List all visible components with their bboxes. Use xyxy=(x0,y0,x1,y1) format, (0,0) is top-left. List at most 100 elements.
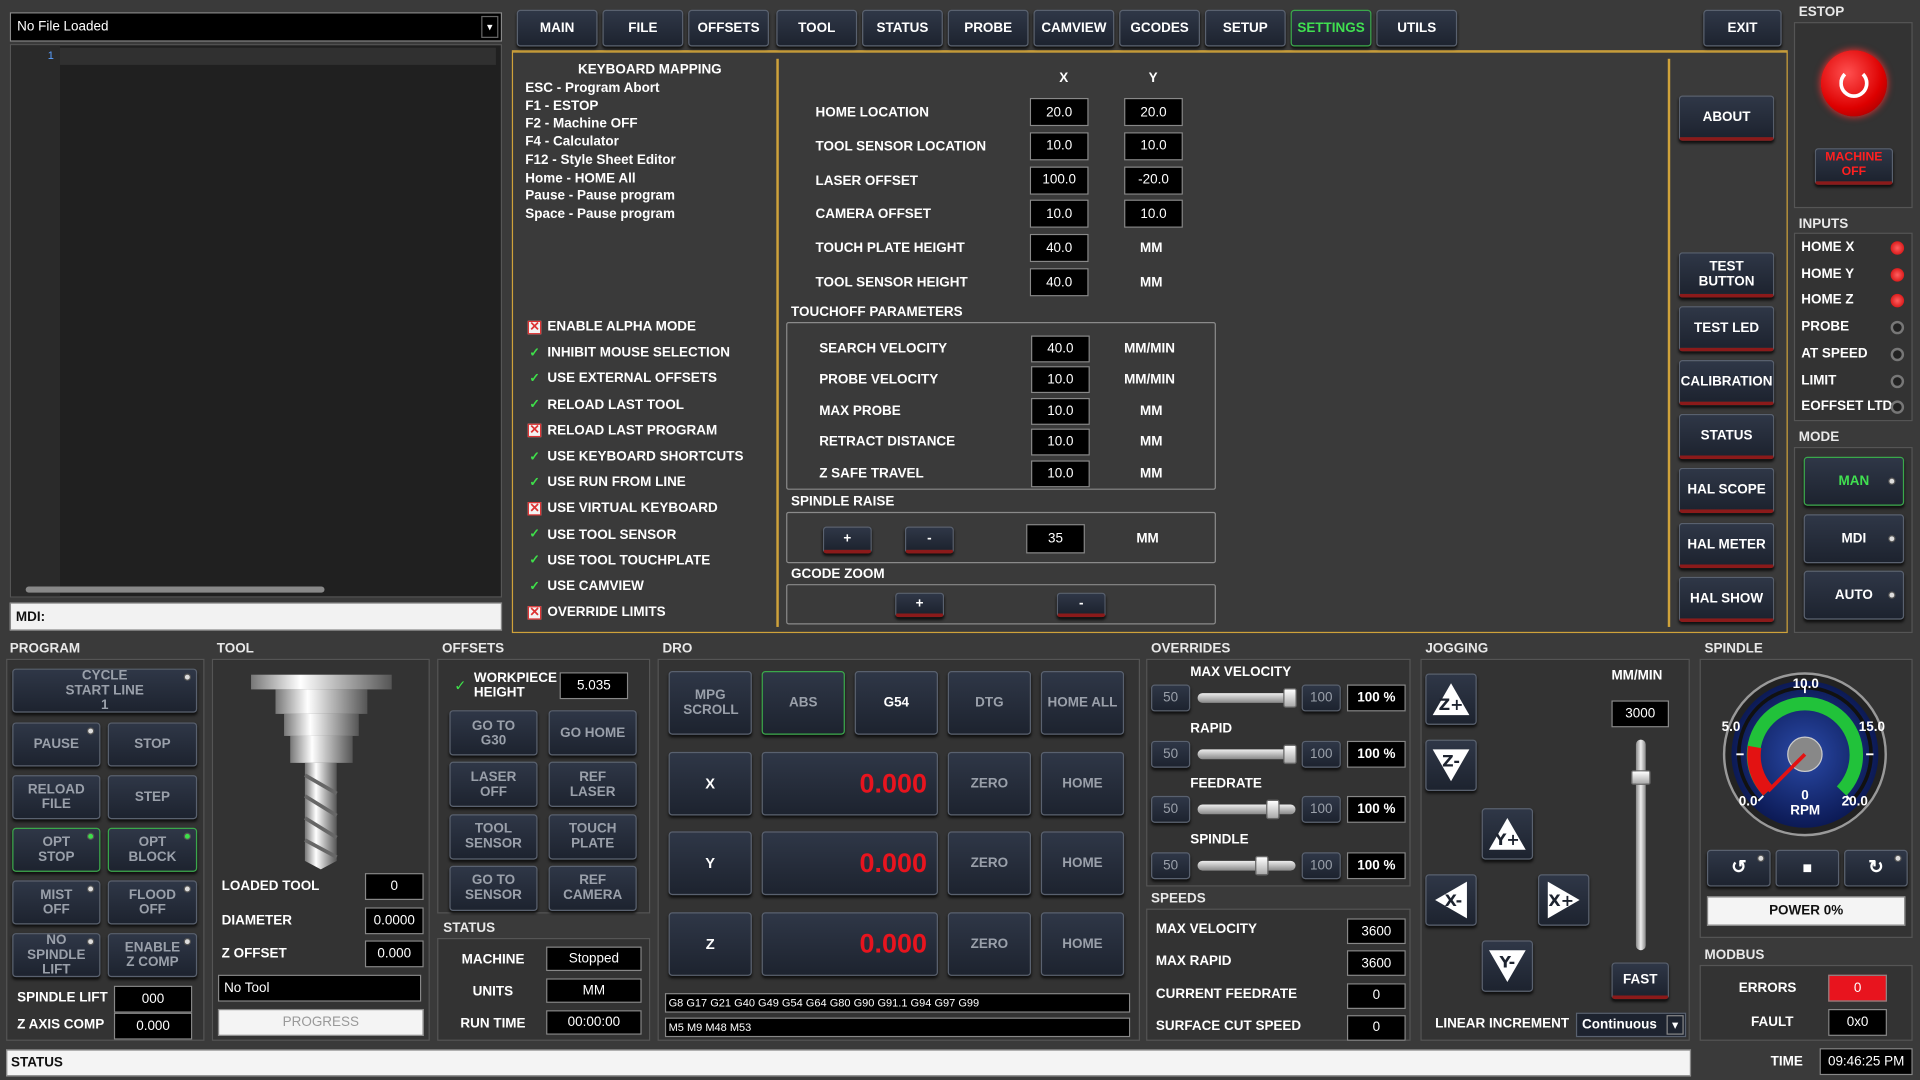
override-max-button[interactable]: 100 xyxy=(1301,740,1341,768)
pause-button[interactable]: PAUSE xyxy=(12,722,101,767)
axis-y-button[interactable]: Y xyxy=(668,831,752,896)
laser-off-button[interactable]: LASER OFF xyxy=(449,762,538,808)
jog-rate-value[interactable]: 3000 xyxy=(1611,700,1669,728)
ref-laser-button[interactable]: REF LASER xyxy=(548,762,637,808)
flood-button[interactable]: FLOOD OFF xyxy=(107,880,198,925)
chevron-down-icon[interactable]: ▾ xyxy=(1666,1015,1684,1035)
override-min-button[interactable]: 50 xyxy=(1151,740,1191,768)
zero-y-button[interactable]: ZERO xyxy=(947,831,1032,896)
hal-scope-button[interactable]: HAL SCOPE xyxy=(1678,467,1775,514)
override-min-button[interactable]: 50 xyxy=(1151,684,1191,712)
exit-button[interactable]: EXIT xyxy=(1703,9,1782,47)
setting-y-input[interactable]: 20.0 xyxy=(1124,97,1183,127)
zoffset-value[interactable]: 0.000 xyxy=(364,940,424,968)
zoom-plus-button[interactable]: + xyxy=(895,592,945,618)
increment-select[interactable]: Continuous ▾ xyxy=(1575,1012,1687,1038)
go-home-button[interactable]: GO HOME xyxy=(548,710,637,756)
option-checkbox[interactable]: ✓ USE TOOL SENSOR xyxy=(528,527,676,542)
machine-off-button[interactable]: MACHINE OFF xyxy=(1814,148,1894,185)
test-button-button[interactable]: TEST BUTTON xyxy=(1678,252,1775,298)
fast-button[interactable]: FAST xyxy=(1611,962,1669,1000)
override-min-button[interactable]: 50 xyxy=(1151,796,1191,824)
cycle-start-button[interactable]: CYCLE START LINE 1 xyxy=(12,668,198,713)
spindle-stop-button[interactable]: ■ xyxy=(1775,849,1840,887)
estop-button[interactable] xyxy=(1820,50,1887,117)
test-led-button[interactable]: TEST LED xyxy=(1678,306,1775,352)
override-slider[interactable] xyxy=(1197,860,1296,871)
override-max-button[interactable]: 100 xyxy=(1301,852,1341,880)
jog-rate-slider-knob[interactable] xyxy=(1631,770,1651,785)
override-slider-knob[interactable] xyxy=(1283,688,1297,708)
check-icon[interactable]: ✓ xyxy=(528,476,541,489)
option-checkbox[interactable]: ✓ INHIBIT MOUSE SELECTION xyxy=(528,346,730,361)
setting-x-input[interactable]: 40.0 xyxy=(1029,268,1089,297)
file-select[interactable]: No File Loaded ▾ xyxy=(9,12,503,42)
tab-setup[interactable]: SETUP xyxy=(1204,9,1286,47)
option-checkbox[interactable]: ✓ USE TOOL TOUCHPLATE xyxy=(528,553,710,568)
loaded-tool-value[interactable]: 0 xyxy=(364,873,424,901)
mode-man-button[interactable]: MAN xyxy=(1803,456,1905,506)
reload-file-button[interactable]: RELOAD FILE xyxy=(12,775,101,820)
home-x-button[interactable]: HOME xyxy=(1040,751,1125,816)
override-slider[interactable] xyxy=(1197,804,1296,815)
unchecked-box-icon[interactable]: ✕ xyxy=(527,605,542,620)
check-icon[interactable]: ✓ xyxy=(528,450,541,463)
tab-status[interactable]: STATUS xyxy=(862,9,943,47)
hal-show-button[interactable]: HAL SHOW xyxy=(1678,576,1775,623)
home-y-button[interactable]: HOME xyxy=(1040,831,1125,896)
spindle-reverse-button[interactable]: ↺ xyxy=(1706,849,1771,887)
tab-settings[interactable]: SETTINGS xyxy=(1290,9,1372,47)
check-icon[interactable]: ✓ xyxy=(528,580,541,593)
tab-camview[interactable]: CAMVIEW xyxy=(1033,9,1115,47)
no-spindle-lift-button[interactable]: NO SPINDLE LIFT xyxy=(12,933,101,978)
override-slider-knob[interactable] xyxy=(1283,744,1297,764)
chevron-down-icon[interactable]: ▾ xyxy=(481,15,499,38)
jog-y-plus-button[interactable]: Y+ xyxy=(1481,808,1534,860)
touchoff-input[interactable]: 10.0 xyxy=(1031,366,1090,394)
touchoff-input[interactable]: 10.0 xyxy=(1031,397,1090,425)
tool-sensor-button[interactable]: TOOL SENSOR xyxy=(449,813,538,860)
tab-main[interactable]: MAIN xyxy=(516,9,598,47)
setting-x-input[interactable]: 10.0 xyxy=(1029,131,1089,161)
editor-scrollbar[interactable] xyxy=(25,586,325,593)
jog-z-minus-button[interactable]: Z- xyxy=(1425,739,1477,792)
option-checkbox[interactable]: ✕ RELOAD LAST PROGRAM xyxy=(527,423,717,438)
ref-camera-button[interactable]: REF CAMERA xyxy=(548,865,637,911)
override-slider-knob[interactable] xyxy=(1254,856,1269,876)
tab-file[interactable]: FILE xyxy=(602,9,684,47)
tab-probe[interactable]: PROBE xyxy=(947,9,1029,47)
about-button[interactable]: ABOUT xyxy=(1678,95,1775,141)
status-button[interactable]: STATUS xyxy=(1678,413,1775,460)
abs-button[interactable]: ABS xyxy=(761,671,845,735)
spindle-raise-minus-button[interactable]: - xyxy=(904,526,954,554)
override-slider[interactable] xyxy=(1197,749,1296,759)
touchoff-input[interactable]: 40.0 xyxy=(1031,335,1090,363)
calibration-button[interactable]: CALIBRATION xyxy=(1678,360,1775,406)
setting-y-input[interactable]: 10.0 xyxy=(1124,131,1183,161)
g54-button[interactable]: G54 xyxy=(854,671,938,735)
touchoff-input[interactable]: 10.0 xyxy=(1031,459,1090,487)
option-checkbox[interactable]: ✓ RELOAD LAST TOOL xyxy=(528,397,684,412)
spindle-raise-input[interactable]: 35 xyxy=(1026,524,1085,554)
setting-x-input[interactable]: 100.0 xyxy=(1029,166,1089,195)
opt-block-button[interactable]: OPT BLOCK xyxy=(107,827,198,872)
unchecked-box-icon[interactable]: ✕ xyxy=(527,320,542,334)
step-button[interactable]: STEP xyxy=(107,775,198,820)
option-checkbox[interactable]: ✓ USE RUN FROM LINE xyxy=(528,475,685,490)
opt-stop-button[interactable]: OPT STOP xyxy=(12,827,101,872)
spindle-raise-plus-button[interactable]: + xyxy=(822,526,872,554)
override-min-button[interactable]: 50 xyxy=(1151,852,1191,880)
unchecked-box-icon[interactable]: ✕ xyxy=(527,424,542,438)
option-checkbox[interactable]: ✕ USE VIRTUAL KEYBOARD xyxy=(527,501,718,516)
dtg-button[interactable]: DTG xyxy=(947,671,1032,735)
setting-x-input[interactable]: 10.0 xyxy=(1029,200,1089,229)
home-z-button[interactable]: HOME xyxy=(1040,911,1125,976)
mpg-scroll-button[interactable]: MPG SCROLL xyxy=(668,671,752,735)
setting-x-input[interactable]: 40.0 xyxy=(1029,234,1089,263)
hal-meter-button[interactable]: HAL METER xyxy=(1678,522,1775,569)
override-slider-knob[interactable] xyxy=(1266,800,1280,820)
check-icon[interactable]: ✓ xyxy=(528,554,541,567)
mist-button[interactable]: MIST OFF xyxy=(12,880,101,925)
home-all-button[interactable]: HOME ALL xyxy=(1040,671,1125,735)
touch-plate-button[interactable]: TOUCH PLATE xyxy=(548,813,637,860)
